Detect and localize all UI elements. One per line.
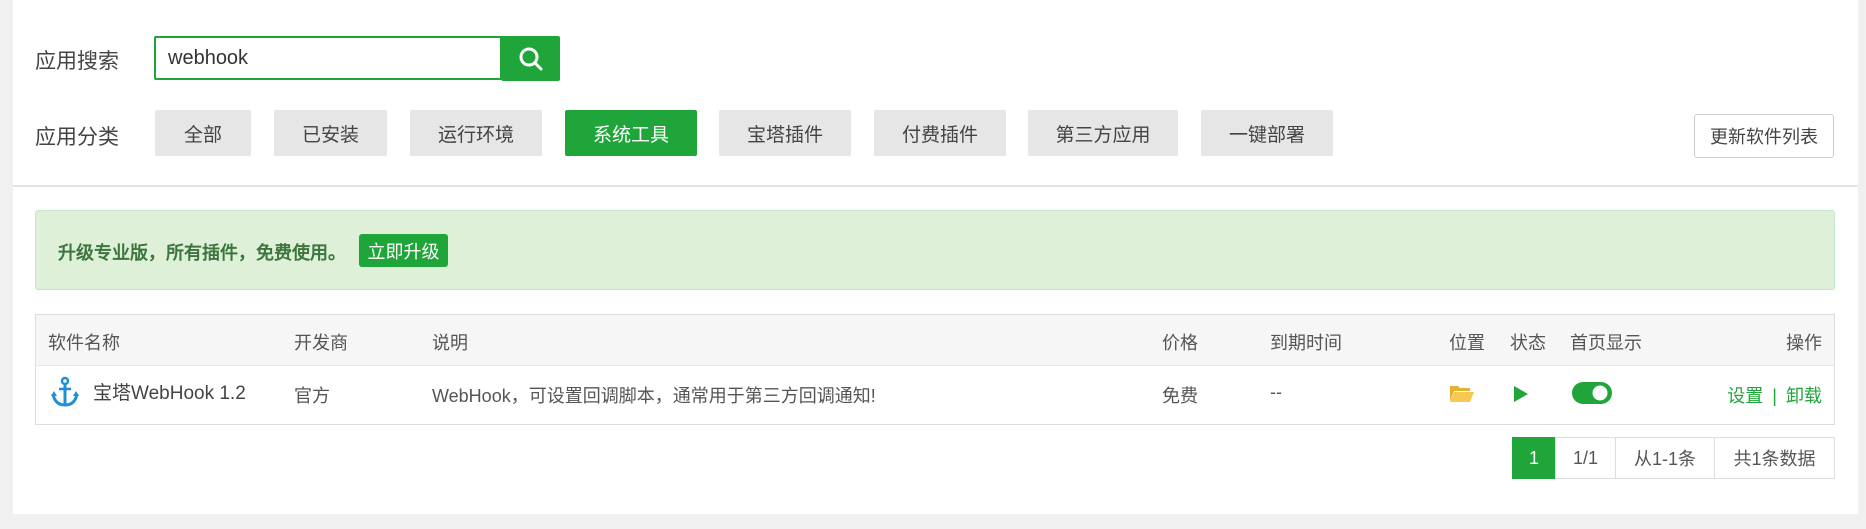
- plugin-table: 软件名称 开发商 说明 价格 到期时间 位置 状态 首页显示 操作 宝塔WebH…: [35, 314, 1835, 425]
- promo-banner: 升级专业版，所有插件，免费使用。 立即升级: [35, 210, 1835, 290]
- uninstall-link[interactable]: 卸载: [1786, 386, 1822, 406]
- page-current[interactable]: 1: [1512, 437, 1556, 479]
- settings-link[interactable]: 设置: [1727, 386, 1763, 406]
- play-icon[interactable]: [1513, 385, 1529, 408]
- plugin-developer: 官方: [294, 386, 330, 406]
- table-header: 软件名称 开发商 说明 价格 到期时间 位置 状态 首页显示 操作: [36, 315, 1834, 366]
- anchor-icon: [50, 376, 80, 413]
- category-runtime[interactable]: 运行环境: [410, 110, 542, 156]
- plugin-price: 免费: [1162, 386, 1198, 406]
- category-paid-plugins[interactable]: 付费插件: [874, 110, 1006, 156]
- category-third-party[interactable]: 第三方应用: [1028, 110, 1178, 156]
- search-input[interactable]: [154, 36, 502, 80]
- header-location: 位置: [1449, 333, 1485, 353]
- header-actions: 操作: [1786, 333, 1822, 353]
- plugin-description: WebHook，可设置回调脚本，通常用于第三方回调通知!: [432, 386, 876, 406]
- plugin-expiry: --: [1270, 382, 1282, 402]
- header-name: 软件名称: [48, 333, 120, 353]
- page-range: 从1-1条: [1615, 437, 1715, 479]
- search-label: 应用搜索: [35, 50, 119, 73]
- search-icon: [519, 47, 543, 70]
- row-actions: 设置 | 卸载: [1727, 382, 1822, 408]
- header-homepage-display: 首页显示: [1570, 333, 1642, 353]
- folder-icon[interactable]: [1449, 383, 1475, 408]
- plugin-name: 宝塔WebHook 1.2: [93, 383, 246, 404]
- upgrade-button[interactable]: 立即升级: [359, 234, 448, 267]
- category-bt-plugins[interactable]: 宝塔插件: [719, 110, 851, 156]
- action-separator: |: [1772, 386, 1777, 406]
- section-divider: [13, 185, 1858, 187]
- page-count: 1/1: [1555, 437, 1616, 479]
- refresh-list-button[interactable]: 更新软件列表: [1694, 114, 1834, 158]
- header-developer: 开发商: [294, 333, 348, 353]
- promo-text: 升级专业版，所有插件，免费使用。: [58, 243, 346, 263]
- category-all[interactable]: 全部: [155, 110, 251, 156]
- header-status: 状态: [1510, 333, 1546, 353]
- category-installed[interactable]: 已安装: [274, 110, 387, 156]
- category-label: 应用分类: [35, 126, 119, 149]
- category-system-tools[interactable]: 系统工具: [565, 110, 697, 156]
- search-button[interactable]: [502, 36, 560, 81]
- header-description: 说明: [432, 333, 468, 353]
- homepage-display-toggle[interactable]: [1572, 381, 1612, 410]
- header-expiry: 到期时间: [1270, 333, 1342, 353]
- page-total: 共1条数据: [1714, 437, 1835, 479]
- category-one-click-deploy[interactable]: 一键部署: [1201, 110, 1333, 156]
- header-price: 价格: [1162, 333, 1198, 353]
